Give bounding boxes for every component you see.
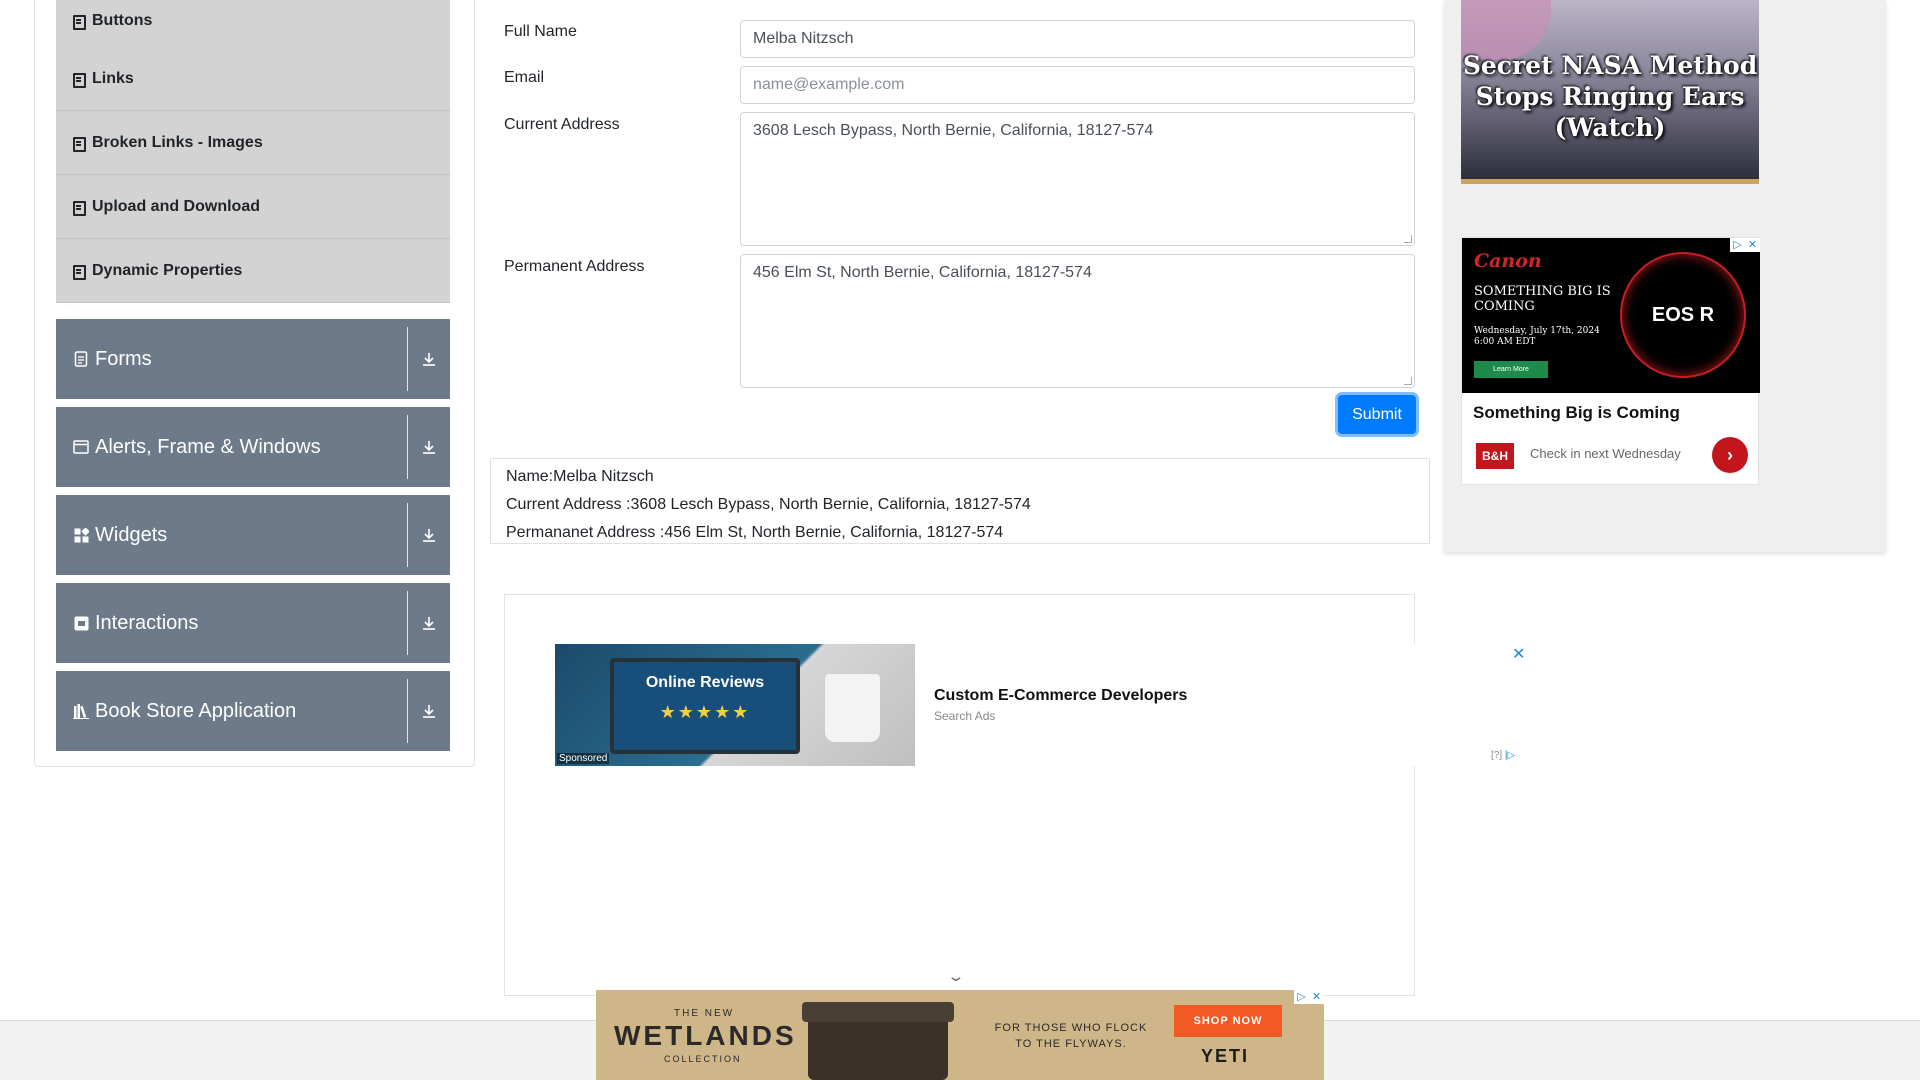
yeti-ad[interactable]: THE NEW WETLANDS COLLECTION FOR THOSE WH… xyxy=(596,990,1324,1080)
submit-button[interactable]: Submit xyxy=(1338,395,1416,434)
sponsored-label: Sponsored xyxy=(557,753,610,764)
output-box: Name:Melba Nitzsch Current Address :3608… xyxy=(490,458,1430,544)
sidebar-group-label: Interactions xyxy=(95,611,199,634)
ad-title[interactable]: Custom E-Commerce Developers xyxy=(934,687,1187,705)
canon-date: Wednesday, July 17th, 2024 6:00 AM EDT xyxy=(1474,326,1600,347)
download-icon xyxy=(408,439,450,455)
books-icon xyxy=(73,703,89,719)
resize-handle[interactable] xyxy=(1404,235,1412,243)
permanent-address-label: Permanent Address xyxy=(504,258,645,275)
bh-logo: B&H xyxy=(1476,443,1514,469)
sidebar-item-label: Buttons xyxy=(92,12,153,29)
full-name-label: Full Name xyxy=(504,23,577,40)
email-input[interactable]: name@example.com xyxy=(740,66,1415,104)
document-icon xyxy=(72,136,86,152)
document-icon xyxy=(72,14,86,30)
stars-icon: ★★★★★ xyxy=(659,702,751,722)
sidebar-group-label: Alerts, Frame & Windows xyxy=(95,435,321,458)
sidebar-item-broken-links[interactable]: Broken Links - Images xyxy=(56,111,450,175)
learn-more-button[interactable]: Learn More xyxy=(1474,361,1548,378)
canon-ad-checkin: Check in next Wednesday xyxy=(1530,446,1681,461)
output-name: Name:Melba Nitzsch xyxy=(506,468,654,485)
ad-image[interactable]: Online Reviews ★★★★★ Sponsored xyxy=(555,644,915,766)
mug-illustration xyxy=(825,674,880,742)
canon-logo: Canon xyxy=(1474,250,1542,272)
canon-ad[interactable]: Canon SOMETHING BIG IS COMING Wednesday,… xyxy=(1461,237,1760,485)
full-name-input[interactable]: Melba Nitzsch xyxy=(740,20,1415,58)
chevron-down-icon[interactable]: ⌄ xyxy=(946,968,965,985)
shop-now-button[interactable]: SHOP NOW xyxy=(1174,1005,1282,1037)
sidebar: Buttons Links Broken Links - Images Uplo… xyxy=(34,0,475,767)
sidebar-group-forms[interactable]: Forms xyxy=(56,319,450,399)
sidebar-group-interactions[interactable]: Interactions xyxy=(56,583,450,663)
window-icon xyxy=(73,439,89,455)
ad-image-title: Online Reviews xyxy=(645,674,765,691)
permanent-address-textarea[interactable]: 456 Elm St, North Bernie, California, 18… xyxy=(740,254,1415,388)
permanent-address-value: 456 Elm St, North Bernie, California, 18… xyxy=(753,264,1092,281)
yeti-the-new: THE NEW xyxy=(674,1008,735,1019)
ad-info-label: [?] xyxy=(1491,750,1503,761)
interactions-icon xyxy=(73,615,89,631)
nasa-ad-title: Secret NASA Method Stops Ringing Ears (W… xyxy=(1462,51,1758,142)
sidebar-item-dynamic-properties[interactable]: Dynamic Properties xyxy=(56,239,450,303)
sidebar-group-label: Forms xyxy=(95,347,152,370)
sidebar-item-links[interactable]: Links xyxy=(56,47,450,111)
ad-info-icon[interactable]: [?] |▷ xyxy=(1491,750,1515,761)
eos-r-logo: EOS R xyxy=(1620,252,1746,378)
resize-handle[interactable] xyxy=(1404,377,1412,385)
canon-ad-banner: Canon SOMETHING BIG IS COMING Wednesday,… xyxy=(1462,238,1760,393)
sidebar-item-label: Links xyxy=(92,69,134,87)
download-icon xyxy=(408,703,450,719)
canon-tagline: SOMETHING BIG IS COMING xyxy=(1474,284,1611,314)
sidebar-item-upload-download[interactable]: Upload and Download xyxy=(56,175,450,239)
download-icon xyxy=(408,615,450,631)
yeti-collection: COLLECTION xyxy=(664,1054,742,1064)
chevron-right-icon[interactable]: › xyxy=(1712,437,1748,473)
ad-subtitle: Search Ads xyxy=(934,709,996,723)
laptop-illustration: Online Reviews ★★★★★ xyxy=(610,658,800,754)
current-address-value: 3608 Lesch Bypass, North Bernie, Califor… xyxy=(753,122,1154,139)
document-icon xyxy=(72,200,86,216)
page: Buttons Links Broken Links - Images Uplo… xyxy=(0,0,1920,1080)
yeti-logo: YETI xyxy=(1201,1046,1250,1066)
widgets-icon xyxy=(73,527,89,543)
current-address-textarea[interactable]: 3608 Lesch Bypass, North Bernie, Califor… xyxy=(740,112,1415,246)
nasa-ad[interactable]: Secret NASA Method Stops Ringing Ears (W… xyxy=(1461,0,1759,184)
sidebar-group-label: Widgets xyxy=(95,523,168,546)
output-current-address: Current Address :3608 Lesch Bypass, Nort… xyxy=(506,496,1031,513)
cooler-illustration xyxy=(802,1002,954,1080)
sidebar-group-book-store[interactable]: Book Store Application xyxy=(56,671,450,751)
canon-ad-headline[interactable]: Something Big is Coming xyxy=(1473,403,1680,423)
sidebar-item-label: Dynamic Properties xyxy=(92,261,243,279)
close-icon[interactable]: ✕ xyxy=(1512,644,1525,664)
sponsored-ad[interactable]: Online Reviews ★★★★★ Sponsored Custom E-… xyxy=(555,644,1525,766)
adchoices-icon[interactable]: ▷ ✕ xyxy=(1294,990,1324,1004)
adchoices-icon[interactable]: ▷ ✕ xyxy=(1730,238,1760,252)
sidebar-item-label: Broken Links - Images xyxy=(92,133,263,151)
email-label: Email xyxy=(504,69,545,86)
sidebar-item-label: Upload and Download xyxy=(92,197,260,215)
sidebar-group-widgets[interactable]: Widgets xyxy=(56,495,450,575)
document-icon xyxy=(72,264,86,280)
yeti-flock-text: FOR THOSE WHO FLOCK TO THE FLYWAYS. xyxy=(994,1022,1148,1050)
sidebar-group-alerts[interactable]: Alerts, Frame & Windows xyxy=(56,407,450,487)
current-address-label: Current Address xyxy=(504,116,620,133)
output-permanent-address: Permananet Address :456 Elm St, North Be… xyxy=(506,524,1004,541)
download-icon xyxy=(408,351,450,367)
sidebar-item-buttons[interactable]: Buttons xyxy=(56,0,450,52)
document-icon xyxy=(72,72,86,88)
yeti-wetlands: WETLANDS xyxy=(614,1020,797,1051)
document-icon xyxy=(73,351,89,367)
sidebar-group-label: Book Store Application xyxy=(95,699,297,722)
download-icon xyxy=(408,527,450,543)
